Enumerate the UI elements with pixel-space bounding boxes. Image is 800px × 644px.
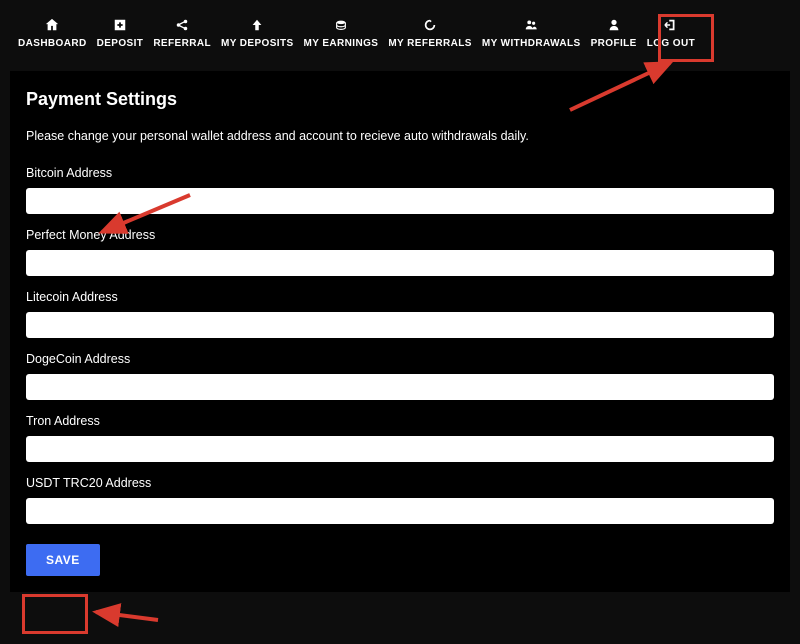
top-navigation: DASHBOARD DEPOSIT REFERRAL MY DEPOSITS M… [0, 0, 800, 71]
field-litecoin: Litecoin Address [26, 290, 774, 338]
nav-deposit[interactable]: DEPOSIT [97, 18, 144, 49]
input-tron[interactable] [26, 436, 774, 462]
nav-label: REFERRAL [153, 38, 211, 49]
page-description: Please change your personal wallet addre… [26, 128, 774, 146]
highlight-save [22, 594, 88, 634]
nav-dashboard[interactable]: DASHBOARD [18, 18, 87, 49]
input-usdt-trc20[interactable] [26, 498, 774, 524]
nav-label: MY DEPOSITS [221, 38, 294, 49]
label-tron: Tron Address [26, 414, 774, 428]
label-litecoin: Litecoin Address [26, 290, 774, 304]
save-button[interactable]: SAVE [26, 544, 100, 576]
nav-my-referrals[interactable]: MY REFERRALS [388, 18, 472, 49]
nav-my-deposits[interactable]: MY DEPOSITS [221, 18, 294, 49]
nav-label: MY WITHDRAWALS [482, 38, 581, 49]
history-icon [423, 18, 437, 32]
nav-label: DEPOSIT [97, 38, 144, 49]
coins-icon [334, 18, 348, 32]
plus-square-icon [113, 18, 127, 32]
label-bitcoin: Bitcoin Address [26, 166, 774, 180]
nav-profile[interactable]: PROFILE [591, 18, 637, 49]
nav-my-withdrawals[interactable]: MY WITHDRAWALS [482, 18, 581, 49]
nav-logout[interactable]: LOG OUT [647, 18, 695, 49]
page-title: Payment Settings [26, 89, 774, 110]
share-icon [175, 18, 189, 32]
nav-referral[interactable]: REFERRAL [153, 18, 211, 49]
label-perfect-money: Perfect Money Address [26, 228, 774, 242]
nav-label: MY EARNINGS [304, 38, 379, 49]
users-icon [524, 18, 538, 32]
input-dogecoin[interactable] [26, 374, 774, 400]
nav-my-earnings[interactable]: MY EARNINGS [304, 18, 379, 49]
nav-label: DASHBOARD [18, 38, 87, 49]
nav-label: MY REFERRALS [388, 38, 472, 49]
field-usdt-trc20: USDT TRC20 Address [26, 476, 774, 524]
logout-icon [664, 18, 678, 32]
input-perfect-money[interactable] [26, 250, 774, 276]
input-litecoin[interactable] [26, 312, 774, 338]
nav-label: PROFILE [591, 38, 637, 49]
user-icon [607, 18, 621, 32]
arrow-to-save [88, 598, 168, 628]
field-dogecoin: DogeCoin Address [26, 352, 774, 400]
home-icon [45, 18, 59, 32]
label-usdt-trc20: USDT TRC20 Address [26, 476, 774, 490]
nav-label: LOG OUT [647, 38, 695, 49]
content-panel: Payment Settings Please change your pers… [10, 71, 790, 592]
label-dogecoin: DogeCoin Address [26, 352, 774, 366]
field-bitcoin: Bitcoin Address [26, 166, 774, 214]
arrow-up-icon [250, 18, 264, 32]
input-bitcoin[interactable] [26, 188, 774, 214]
field-tron: Tron Address [26, 414, 774, 462]
field-perfect-money: Perfect Money Address [26, 228, 774, 276]
